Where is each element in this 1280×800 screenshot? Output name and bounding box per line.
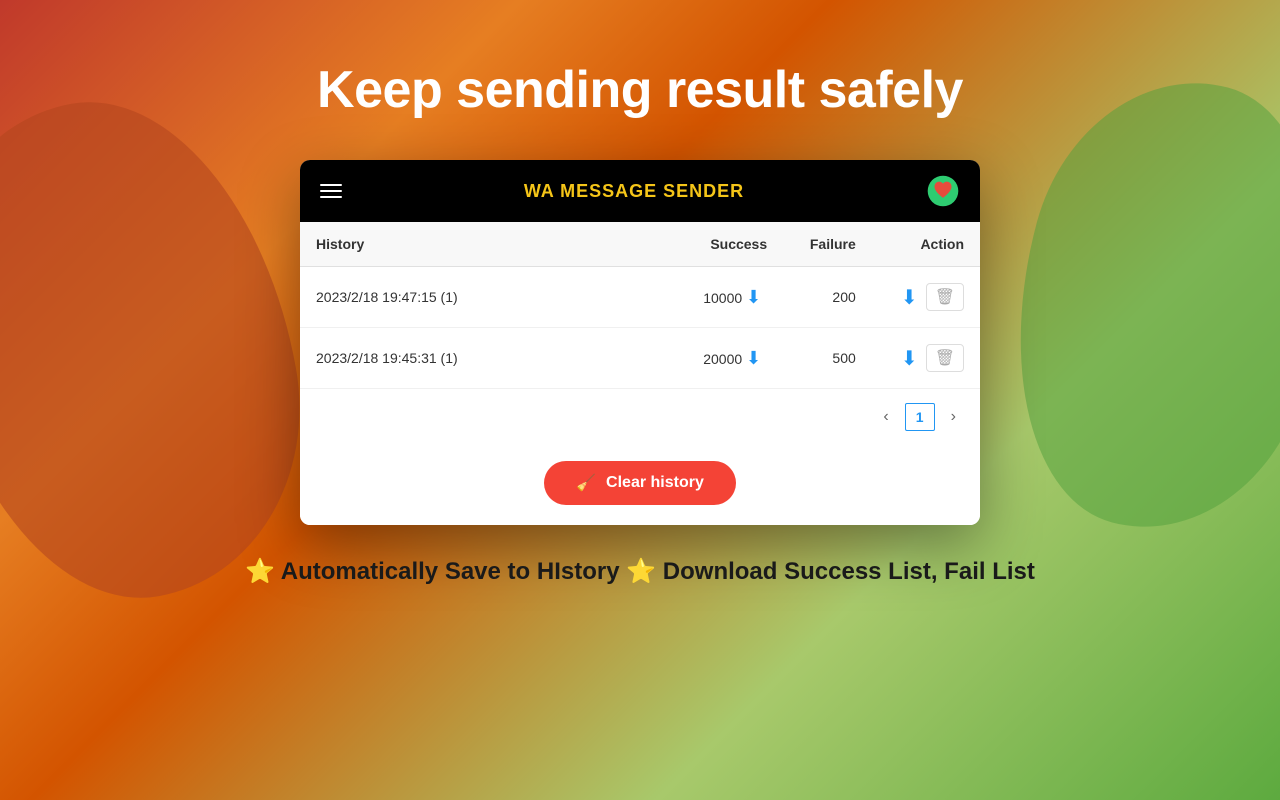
action-icons-2: ⬇ 🗑 bbox=[888, 344, 964, 372]
main-title: Keep sending result safely bbox=[317, 60, 963, 120]
history-table: History Success Failure Action 2023/2/18… bbox=[300, 222, 980, 389]
history-cell-1: 2023/2/18 19:47:15 (1) bbox=[300, 267, 674, 328]
broom-icon: 🧹 bbox=[576, 473, 596, 493]
hamburger-menu[interactable] bbox=[320, 184, 342, 198]
clear-history-button[interactable]: 🧹 Clear history bbox=[544, 461, 736, 505]
failure-cell-1: 200 bbox=[783, 267, 872, 328]
success-cell-2: 20000 ⬇ bbox=[674, 328, 783, 389]
feature-text-1: Automatically Save to HIstory bbox=[281, 558, 620, 585]
action-icons-1: ⬇ 🗑 bbox=[888, 283, 964, 311]
download-failure-icon-2[interactable]: ⬇ bbox=[901, 346, 918, 371]
app-title: WA MESSAGE SENDER bbox=[524, 181, 744, 202]
table-row: 2023/2/18 19:45:31 (1) 20000 ⬇ 500 ⬇ 🗑 bbox=[300, 328, 980, 389]
clear-history-label: Clear history bbox=[606, 474, 704, 492]
col-header-failure: Failure bbox=[783, 222, 872, 267]
download-success-icon-1[interactable]: ⬇ bbox=[746, 287, 761, 308]
col-header-history: History bbox=[300, 222, 674, 267]
clear-history-section: 🧹 Clear history bbox=[300, 445, 980, 525]
content-wrapper: Keep sending result safely WA MESSAGE SE… bbox=[0, 0, 1280, 586]
delete-icon-1[interactable]: 🗑 bbox=[926, 283, 964, 311]
next-page-button[interactable]: › bbox=[943, 404, 964, 430]
app-header: WA MESSAGE SENDER bbox=[300, 160, 980, 222]
star-icon-1: ⭐ bbox=[245, 558, 275, 585]
pagination: ‹ 1 › bbox=[300, 389, 980, 445]
failure-cell-2: 500 bbox=[783, 328, 872, 389]
col-header-action: Action bbox=[872, 222, 980, 267]
star-icon-2: ⭐ bbox=[626, 558, 656, 585]
app-window: WA MESSAGE SENDER History Su bbox=[300, 160, 980, 525]
action-cell-1: ⬇ 🗑 bbox=[872, 267, 980, 328]
current-page[interactable]: 1 bbox=[905, 403, 935, 431]
bottom-features: ⭐ Automatically Save to HIstory ⭐ Downlo… bbox=[245, 557, 1035, 586]
success-cell-1: 10000 ⬇ bbox=[674, 267, 783, 328]
feature-text-2: Download Success List, Fail List bbox=[663, 558, 1035, 585]
heart-logo-icon bbox=[926, 174, 960, 208]
col-header-success: Success bbox=[674, 222, 783, 267]
history-cell-2: 2023/2/18 19:45:31 (1) bbox=[300, 328, 674, 389]
action-cell-2: ⬇ 🗑 bbox=[872, 328, 980, 389]
delete-icon-2[interactable]: 🗑 bbox=[926, 344, 964, 372]
download-success-icon-2[interactable]: ⬇ bbox=[746, 348, 761, 369]
table-row: 2023/2/18 19:47:15 (1) 10000 ⬇ 200 ⬇ 🗑 bbox=[300, 267, 980, 328]
table-header-row: History Success Failure Action bbox=[300, 222, 980, 267]
download-failure-icon-1[interactable]: ⬇ bbox=[901, 285, 918, 310]
prev-page-button[interactable]: ‹ bbox=[875, 404, 896, 430]
table-container: History Success Failure Action 2023/2/18… bbox=[300, 222, 980, 445]
